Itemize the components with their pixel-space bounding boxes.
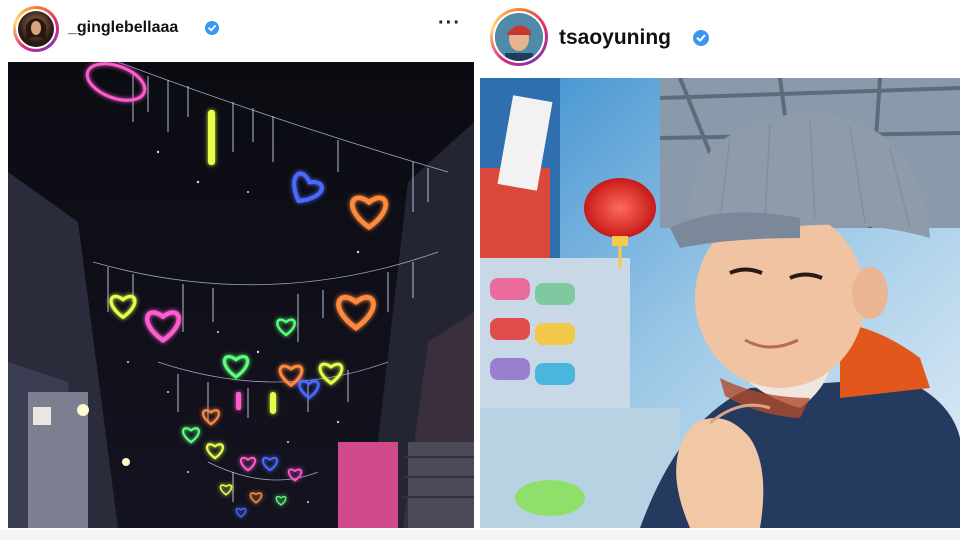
username[interactable]: _ginglebellaaa: [68, 19, 178, 37]
avatar-photo: [495, 13, 543, 61]
post-photo[interactable]: [480, 78, 960, 528]
avatar[interactable]: [490, 8, 548, 66]
post-header: _ginglebellaaa ···: [0, 0, 480, 58]
post-card-tsaoyuning: tsaoyuning: [480, 0, 960, 540]
avatar-photo: [26, 18, 46, 41]
verified-badge-icon: [693, 30, 709, 46]
post-photo[interactable]: [8, 62, 474, 528]
divider: [480, 530, 960, 540]
verified-badge-icon: [205, 21, 219, 35]
avatar[interactable]: [13, 6, 59, 52]
post-header: tsaoyuning: [480, 0, 960, 66]
divider: [0, 530, 480, 540]
neon-lights-photo: [8, 62, 474, 528]
selfie-photo: [480, 78, 960, 528]
more-options-icon[interactable]: ···: [438, 12, 461, 35]
post-card-ginglebellaaa: _ginglebellaaa ···: [0, 0, 480, 540]
username[interactable]: tsaoyuning: [559, 26, 671, 50]
